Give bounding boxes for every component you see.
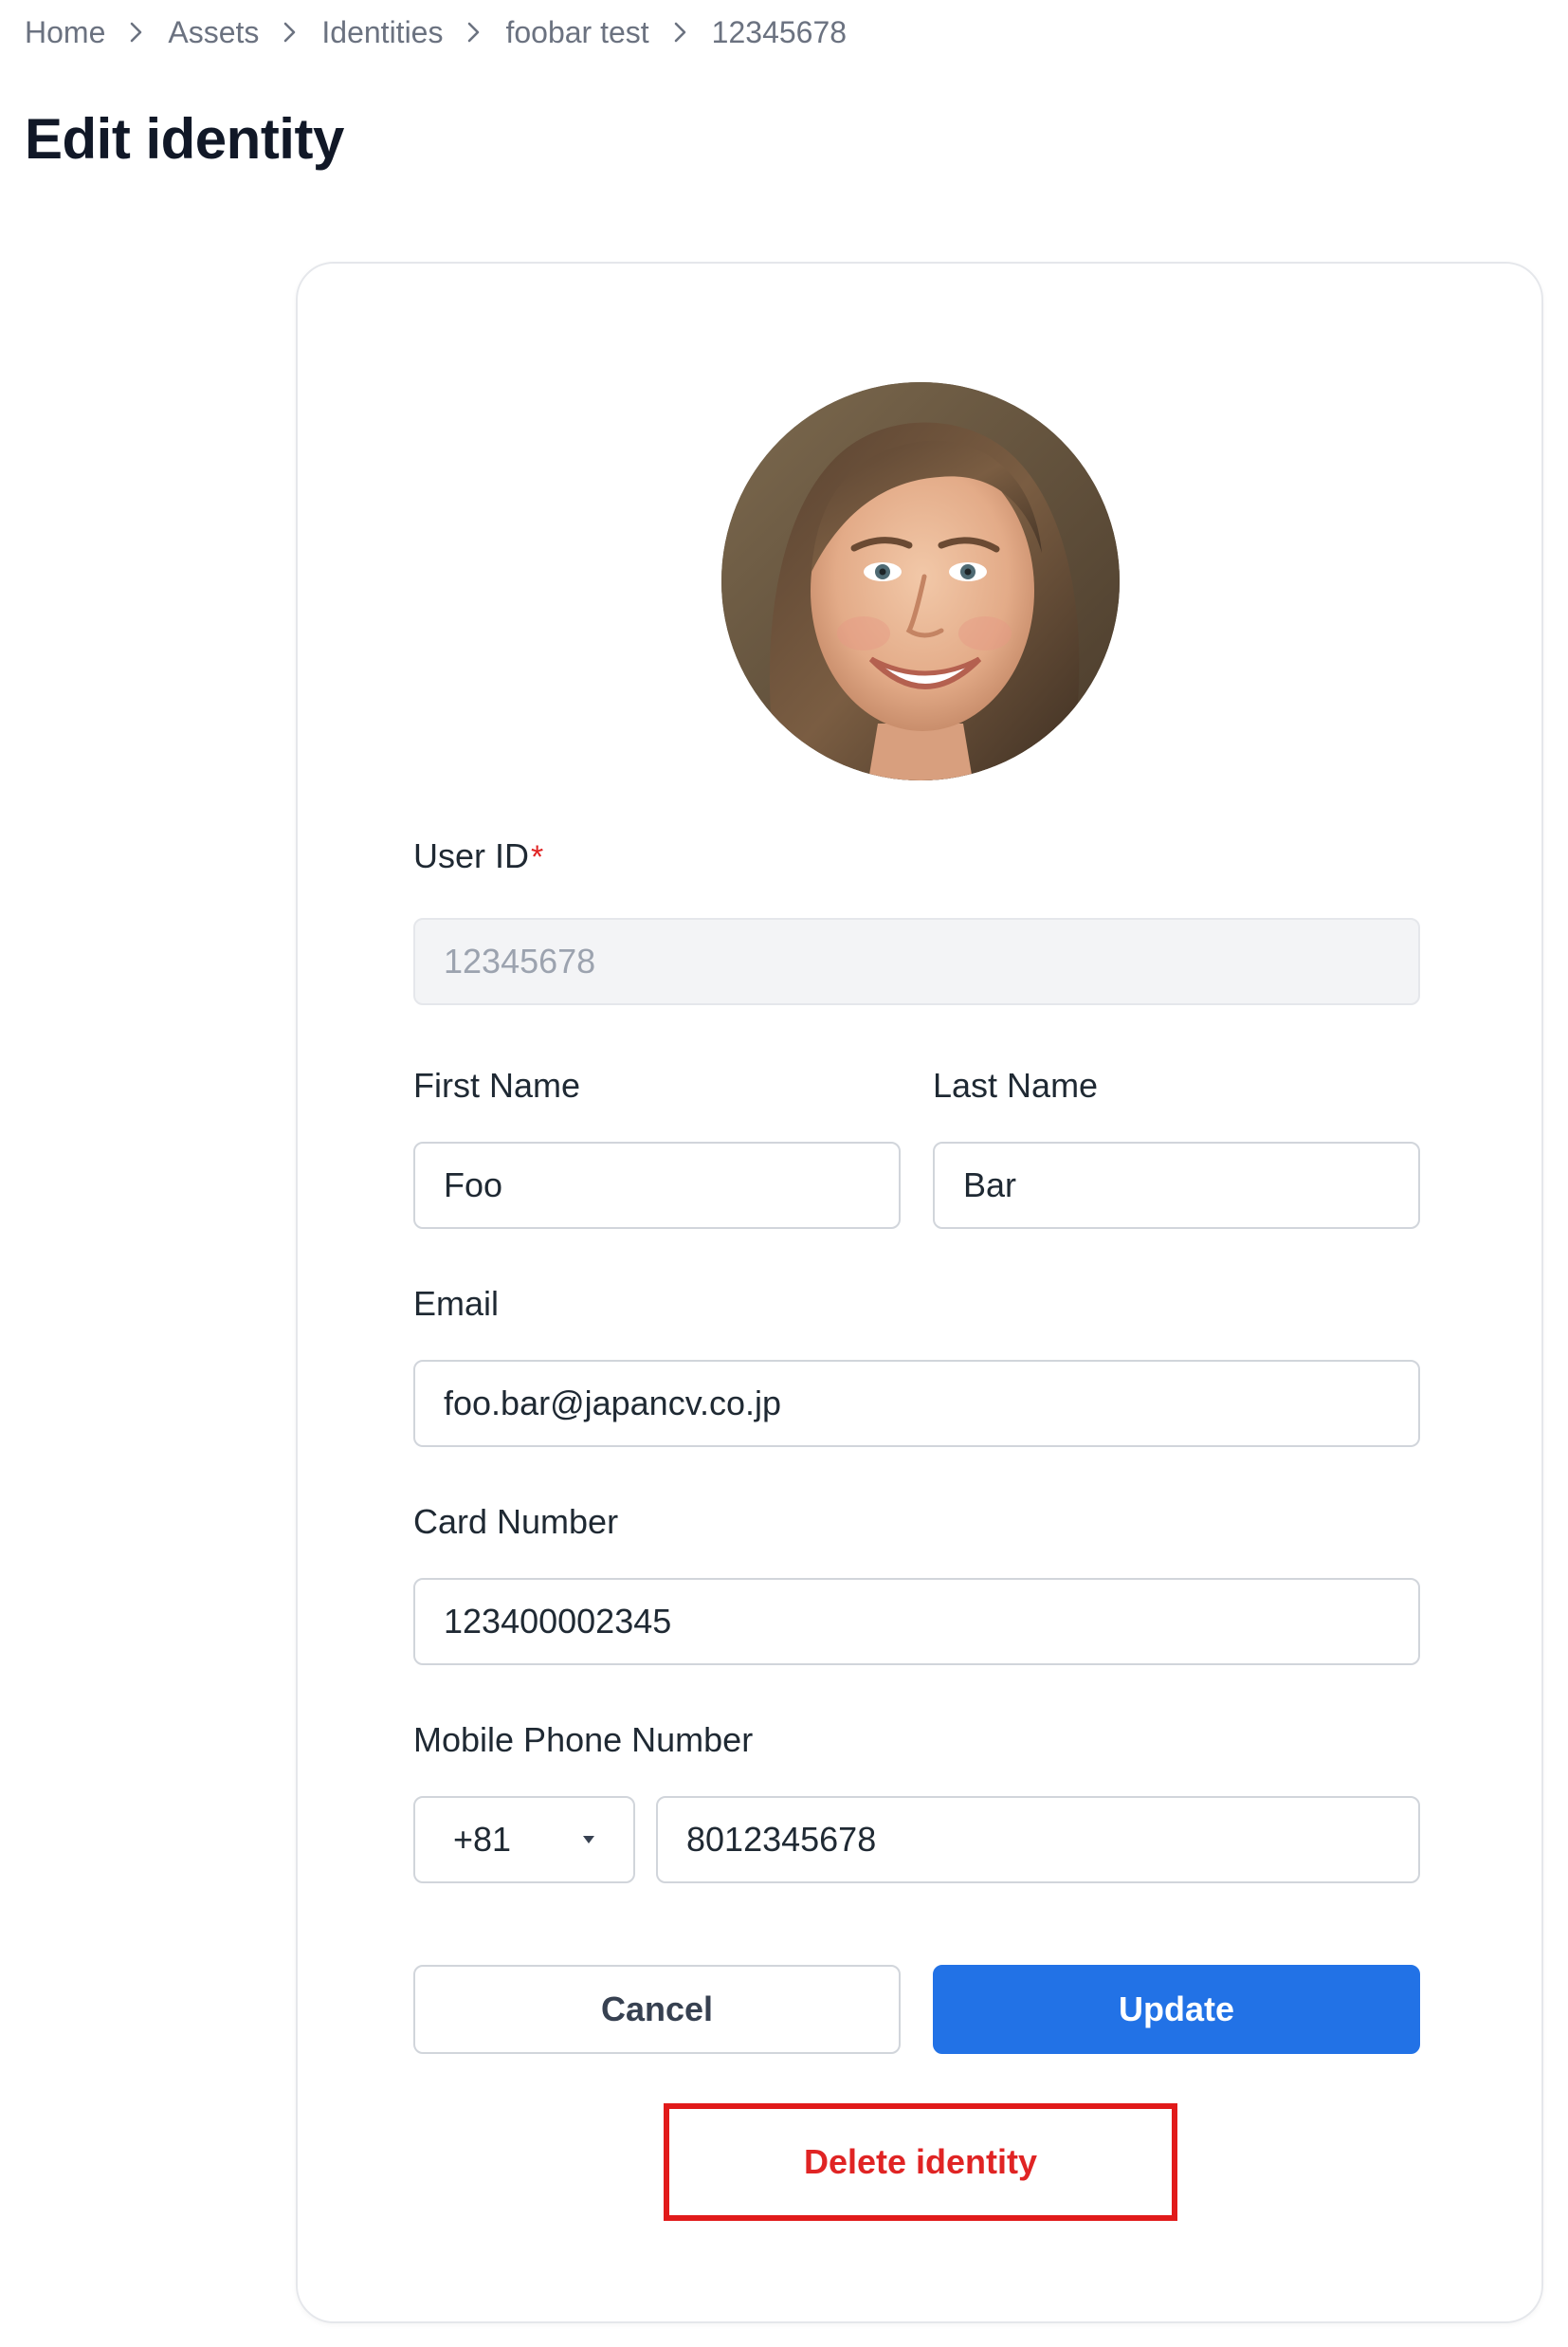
chevron-right-icon xyxy=(649,20,712,45)
email-label: Email xyxy=(413,1284,500,1323)
caret-down-icon xyxy=(583,1836,594,1843)
chevron-right-icon xyxy=(443,20,505,45)
user-id-input xyxy=(413,918,1420,1005)
chevron-right-icon xyxy=(259,20,321,45)
update-button[interactable]: Update xyxy=(933,1965,1420,2054)
first-name-input[interactable] xyxy=(413,1142,901,1229)
chevron-right-icon xyxy=(105,20,168,45)
country-code-select[interactable]: +81 xyxy=(413,1796,635,1883)
breadcrumb-identities[interactable]: Identities xyxy=(321,15,443,50)
required-asterisk: * xyxy=(531,839,544,875)
first-name-label: First Name xyxy=(413,1066,581,1105)
avatar-photo xyxy=(721,382,1120,780)
page-title: Edit identity xyxy=(25,107,344,171)
card-number-label: Card Number xyxy=(413,1502,619,1541)
last-name-input[interactable] xyxy=(933,1142,1420,1229)
user-id-label: User ID* xyxy=(413,836,544,875)
delete-identity-button[interactable]: Delete identity xyxy=(664,2103,1177,2221)
identity-form-card: User ID* First Name Last Name Email Card… xyxy=(296,262,1543,2323)
breadcrumb-assets[interactable]: Assets xyxy=(168,15,259,50)
mobile-phone-label: Mobile Phone Number xyxy=(413,1720,754,1759)
breadcrumb-foobar-test[interactable]: foobar test xyxy=(505,15,648,50)
cancel-button[interactable]: Cancel xyxy=(413,1965,901,2054)
country-code-value: +81 xyxy=(453,1820,512,1859)
email-input[interactable] xyxy=(413,1360,1420,1447)
mobile-phone-input[interactable] xyxy=(656,1796,1420,1883)
card-number-input[interactable] xyxy=(413,1578,1420,1665)
last-name-label: Last Name xyxy=(933,1066,1099,1105)
breadcrumb-home[interactable]: Home xyxy=(25,15,105,50)
breadcrumb: Home Assets Identities foobar test 12345… xyxy=(25,9,847,55)
avatar[interactable] xyxy=(721,382,1120,780)
breadcrumb-current: 12345678 xyxy=(711,14,848,49)
